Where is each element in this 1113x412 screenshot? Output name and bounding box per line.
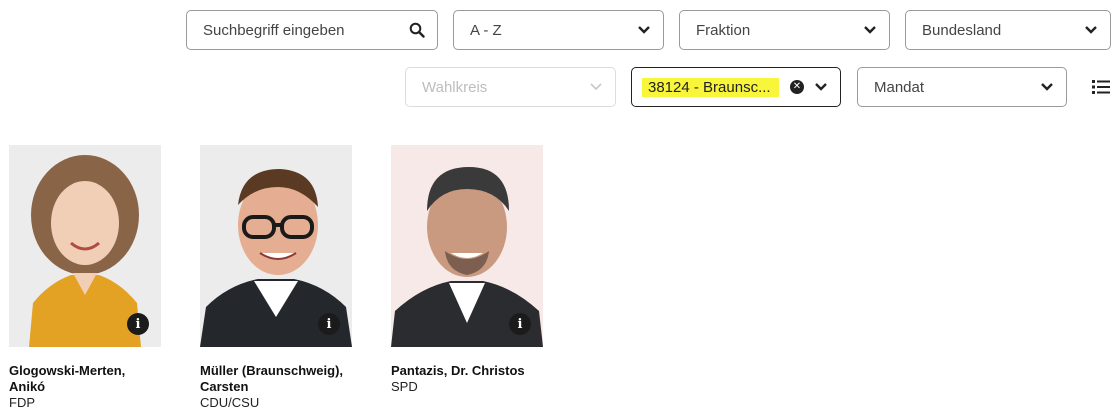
member-card[interactable]: i Glogowski-Merten, Anikó FDP bbox=[9, 145, 161, 411]
member-party: FDP bbox=[9, 395, 35, 410]
member-party: SPD bbox=[391, 379, 418, 394]
info-icon[interactable]: i bbox=[127, 313, 149, 335]
fraktion-select[interactable]: Fraktion bbox=[679, 10, 890, 50]
wahlkreis-select-value: Wahlkreis bbox=[422, 78, 488, 96]
member-photo[interactable]: i bbox=[9, 145, 161, 347]
member-photo[interactable]: i bbox=[200, 145, 352, 347]
ort-select[interactable]: 38124 - Braunsc... ✕ bbox=[631, 67, 841, 107]
mandat-select-value: Mandat bbox=[874, 78, 925, 96]
member-card[interactable]: i Müller (Braunschweig), Carsten CDU/CSU bbox=[200, 145, 352, 411]
clear-icon[interactable]: ✕ bbox=[790, 80, 804, 94]
ort-select-value: 38124 - Braunsc... bbox=[642, 77, 779, 97]
fraktion-select-value: Fraktion bbox=[696, 21, 751, 39]
chevron-down-icon bbox=[1085, 26, 1097, 34]
sort-select-value: A - Z bbox=[470, 21, 502, 39]
member-photo[interactable]: i bbox=[391, 145, 543, 347]
chevron-down-icon bbox=[590, 83, 602, 91]
member-name[interactable]: Müller (Braunschweig), Carsten bbox=[200, 363, 352, 395]
wahlkreis-select[interactable]: Wahlkreis bbox=[405, 67, 616, 107]
search-icon[interactable] bbox=[409, 22, 425, 38]
bundesland-select[interactable]: Bundesland bbox=[905, 10, 1111, 50]
search-field[interactable]: Suchbegriff eingeben bbox=[186, 10, 438, 50]
sort-select[interactable]: A - Z bbox=[453, 10, 664, 50]
chevron-down-icon bbox=[815, 83, 827, 91]
bundesland-select-value: Bundesland bbox=[922, 21, 1002, 39]
mandat-select[interactable]: Mandat bbox=[857, 67, 1067, 107]
chevron-down-icon bbox=[1041, 83, 1053, 91]
chevron-down-icon bbox=[864, 26, 876, 34]
list-view-icon[interactable] bbox=[1090, 76, 1112, 98]
member-name[interactable]: Pantazis, Dr. Christos bbox=[391, 363, 543, 379]
info-icon[interactable]: i bbox=[509, 313, 531, 335]
info-icon[interactable]: i bbox=[318, 313, 340, 335]
member-card[interactable]: i Pantazis, Dr. Christos SPD bbox=[391, 145, 543, 395]
search-input[interactable]: Suchbegriff eingeben bbox=[203, 22, 345, 39]
chevron-down-icon bbox=[638, 26, 650, 34]
member-name[interactable]: Glogowski-Merten, Anikó bbox=[9, 363, 161, 395]
member-party: CDU/CSU bbox=[200, 395, 260, 410]
